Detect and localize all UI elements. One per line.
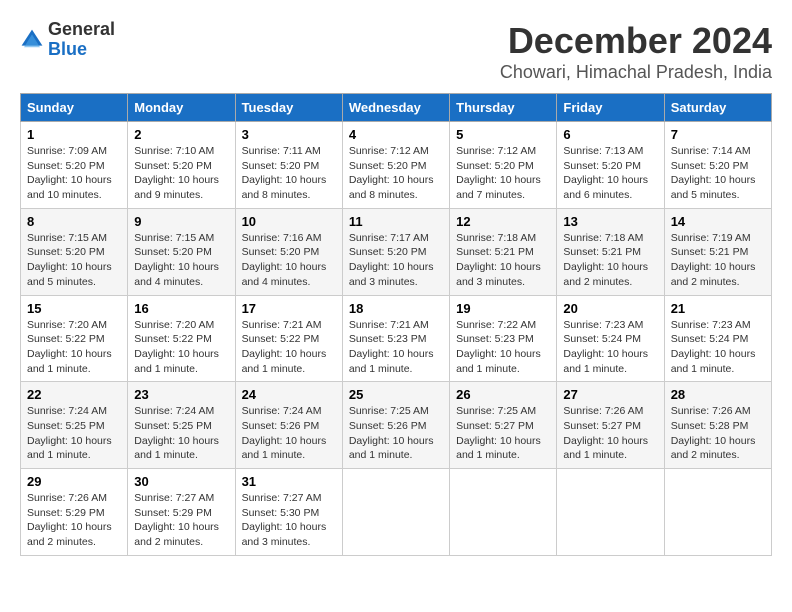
day-16: 16 Sunrise: 7:20 AMSunset: 5:22 PMDaylig…: [128, 295, 235, 382]
weekday-header-row: Sunday Monday Tuesday Wednesday Thursday…: [21, 94, 772, 122]
location-title: Chowari, Himachal Pradesh, India: [500, 62, 772, 83]
header-monday: Monday: [128, 94, 235, 122]
day-4: 4 Sunrise: 7:12 AMSunset: 5:20 PMDayligh…: [342, 122, 449, 209]
day-24: 24 Sunrise: 7:24 AMSunset: 5:26 PMDaylig…: [235, 382, 342, 469]
header-wednesday: Wednesday: [342, 94, 449, 122]
day-27: 27 Sunrise: 7:26 AMSunset: 5:27 PMDaylig…: [557, 382, 664, 469]
header-thursday: Thursday: [450, 94, 557, 122]
day-2: 2 Sunrise: 7:10 AMSunset: 5:20 PMDayligh…: [128, 122, 235, 209]
title-block: December 2024 Chowari, Himachal Pradesh,…: [500, 20, 772, 83]
logo-general-text: General: [48, 19, 115, 39]
logo-icon: [20, 28, 44, 52]
week-row-3: 15 Sunrise: 7:20 AMSunset: 5:22 PMDaylig…: [21, 295, 772, 382]
day-15: 15 Sunrise: 7:20 AMSunset: 5:22 PMDaylig…: [21, 295, 128, 382]
day-30: 30 Sunrise: 7:27 AMSunset: 5:29 PMDaylig…: [128, 469, 235, 556]
day-7: 7 Sunrise: 7:14 AMSunset: 5:20 PMDayligh…: [664, 122, 771, 209]
day-12: 12 Sunrise: 7:18 AMSunset: 5:21 PMDaylig…: [450, 208, 557, 295]
empty-cell-1: [342, 469, 449, 556]
day-21: 21 Sunrise: 7:23 AMSunset: 5:24 PMDaylig…: [664, 295, 771, 382]
logo-blue-text: Blue: [48, 39, 87, 59]
calendar-table: Sunday Monday Tuesday Wednesday Thursday…: [20, 93, 772, 556]
day-26: 26 Sunrise: 7:25 AMSunset: 5:27 PMDaylig…: [450, 382, 557, 469]
day-6: 6 Sunrise: 7:13 AMSunset: 5:20 PMDayligh…: [557, 122, 664, 209]
day-11: 11 Sunrise: 7:17 AMSunset: 5:20 PMDaylig…: [342, 208, 449, 295]
day-31: 31 Sunrise: 7:27 AMSunset: 5:30 PMDaylig…: [235, 469, 342, 556]
day-22: 22 Sunrise: 7:24 AMSunset: 5:25 PMDaylig…: [21, 382, 128, 469]
week-row-2: 8 Sunrise: 7:15 AMSunset: 5:20 PMDayligh…: [21, 208, 772, 295]
day-8: 8 Sunrise: 7:15 AMSunset: 5:20 PMDayligh…: [21, 208, 128, 295]
day-18: 18 Sunrise: 7:21 AMSunset: 5:23 PMDaylig…: [342, 295, 449, 382]
day-19: 19 Sunrise: 7:22 AMSunset: 5:23 PMDaylig…: [450, 295, 557, 382]
day-23: 23 Sunrise: 7:24 AMSunset: 5:25 PMDaylig…: [128, 382, 235, 469]
week-row-5: 29 Sunrise: 7:26 AMSunset: 5:29 PMDaylig…: [21, 469, 772, 556]
header-friday: Friday: [557, 94, 664, 122]
day-5: 5 Sunrise: 7:12 AMSunset: 5:20 PMDayligh…: [450, 122, 557, 209]
day-13: 13 Sunrise: 7:18 AMSunset: 5:21 PMDaylig…: [557, 208, 664, 295]
week-row-4: 22 Sunrise: 7:24 AMSunset: 5:25 PMDaylig…: [21, 382, 772, 469]
day-20: 20 Sunrise: 7:23 AMSunset: 5:24 PMDaylig…: [557, 295, 664, 382]
empty-cell-4: [664, 469, 771, 556]
day-28: 28 Sunrise: 7:26 AMSunset: 5:28 PMDaylig…: [664, 382, 771, 469]
header-saturday: Saturday: [664, 94, 771, 122]
day-10: 10 Sunrise: 7:16 AMSunset: 5:20 PMDaylig…: [235, 208, 342, 295]
header-sunday: Sunday: [21, 94, 128, 122]
empty-cell-2: [450, 469, 557, 556]
day-9: 9 Sunrise: 7:15 AMSunset: 5:20 PMDayligh…: [128, 208, 235, 295]
day-25: 25 Sunrise: 7:25 AMSunset: 5:26 PMDaylig…: [342, 382, 449, 469]
day-1: 1 Sunrise: 7:09 AMSunset: 5:20 PMDayligh…: [21, 122, 128, 209]
day-3: 3 Sunrise: 7:11 AMSunset: 5:20 PMDayligh…: [235, 122, 342, 209]
header-tuesday: Tuesday: [235, 94, 342, 122]
empty-cell-3: [557, 469, 664, 556]
month-title: December 2024: [500, 20, 772, 62]
week-row-1: 1 Sunrise: 7:09 AMSunset: 5:20 PMDayligh…: [21, 122, 772, 209]
page-header: General Blue December 2024 Chowari, Hima…: [20, 20, 772, 83]
day-29: 29 Sunrise: 7:26 AMSunset: 5:29 PMDaylig…: [21, 469, 128, 556]
logo: General Blue: [20, 20, 115, 60]
day-17: 17 Sunrise: 7:21 AMSunset: 5:22 PMDaylig…: [235, 295, 342, 382]
day-14: 14 Sunrise: 7:19 AMSunset: 5:21 PMDaylig…: [664, 208, 771, 295]
